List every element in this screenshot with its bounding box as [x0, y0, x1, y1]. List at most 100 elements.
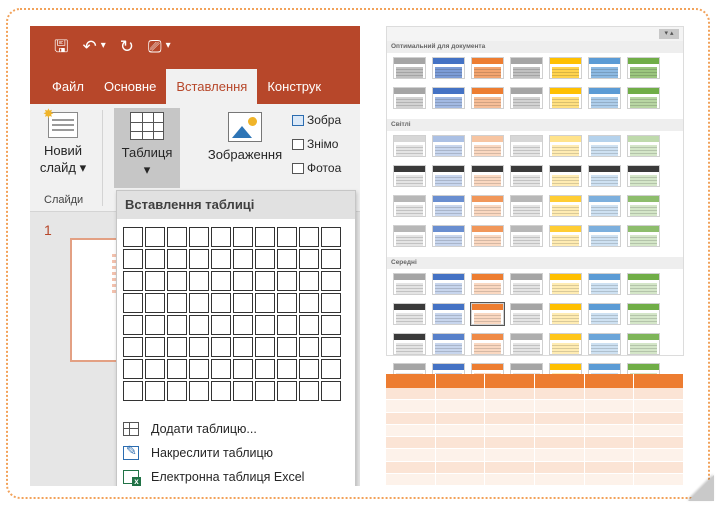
grid-cell[interactable]	[321, 227, 341, 247]
table-style-swatch[interactable]	[510, 225, 543, 247]
table-style-swatch[interactable]	[588, 225, 621, 247]
grid-cell[interactable]	[211, 249, 231, 269]
table-style-swatch[interactable]	[510, 303, 543, 325]
table-style-swatch[interactable]	[471, 333, 504, 355]
table-style-swatch[interactable]	[470, 302, 505, 326]
grid-cell[interactable]	[233, 271, 253, 291]
grid-cell[interactable]	[255, 381, 275, 401]
grid-cell[interactable]	[167, 359, 187, 379]
grid-cell[interactable]	[255, 315, 275, 335]
grid-cell[interactable]	[123, 337, 143, 357]
grid-cell[interactable]	[255, 293, 275, 313]
grid-cell[interactable]	[321, 337, 341, 357]
table-style-swatch[interactable]	[432, 333, 465, 355]
table-style-swatch[interactable]	[432, 195, 465, 217]
grid-cell[interactable]	[277, 249, 297, 269]
grid-cell[interactable]	[189, 227, 209, 247]
undo-icon[interactable]: ↶	[82, 38, 96, 55]
grid-cell[interactable]	[145, 359, 165, 379]
grid-cell[interactable]	[211, 381, 231, 401]
grid-cell[interactable]	[277, 381, 297, 401]
table-style-swatch[interactable]	[393, 333, 426, 355]
grid-cell[interactable]	[299, 315, 319, 335]
grid-cell[interactable]	[167, 337, 187, 357]
grid-cell[interactable]	[233, 293, 253, 313]
customize-toolbar-icon[interactable]: ▾	[166, 41, 171, 51]
insert-table-menu-item[interactable]: Накреслити таблицю	[117, 441, 355, 465]
table-style-swatch[interactable]	[393, 225, 426, 247]
grid-cell[interactable]	[189, 337, 209, 357]
table-style-swatch[interactable]	[510, 135, 543, 157]
table-style-swatch[interactable]	[549, 273, 582, 295]
grid-cell[interactable]	[167, 271, 187, 291]
insert-table-menu-item[interactable]: Додати таблицю...	[117, 417, 355, 441]
grid-cell[interactable]	[145, 227, 165, 247]
table-style-swatch[interactable]	[549, 87, 582, 109]
grid-cell[interactable]	[211, 293, 231, 313]
grid-cell[interactable]	[189, 249, 209, 269]
grid-cell[interactable]	[255, 249, 275, 269]
table-style-swatch[interactable]	[627, 165, 660, 187]
table-style-swatch[interactable]	[588, 195, 621, 217]
screenshot-button[interactable]: Знімо	[292, 132, 341, 156]
grid-cell[interactable]	[299, 293, 319, 313]
grid-cell[interactable]	[123, 293, 143, 313]
table-button[interactable]: Таблиця ▾	[114, 108, 180, 188]
grid-cell[interactable]	[299, 381, 319, 401]
tab-3[interactable]: Конструк	[257, 79, 331, 104]
photo-album-button[interactable]: Фотоа	[292, 156, 341, 180]
table-style-swatch[interactable]	[393, 303, 426, 325]
table-style-swatch[interactable]	[588, 165, 621, 187]
grid-cell[interactable]	[321, 381, 341, 401]
table-style-swatch[interactable]	[588, 333, 621, 355]
table-style-swatch[interactable]	[432, 303, 465, 325]
grid-cell[interactable]	[189, 381, 209, 401]
table-style-swatch[interactable]	[393, 165, 426, 187]
grid-cell[interactable]	[321, 359, 341, 379]
redo-icon[interactable]: ↻	[120, 38, 134, 55]
grid-cell[interactable]	[211, 337, 231, 357]
grid-cell[interactable]	[211, 315, 231, 335]
grid-cell[interactable]	[145, 381, 165, 401]
table-style-swatch[interactable]	[588, 303, 621, 325]
table-style-swatch[interactable]	[549, 57, 582, 79]
grid-cell[interactable]	[189, 359, 209, 379]
table-style-swatch[interactable]	[393, 273, 426, 295]
grid-cell[interactable]	[277, 337, 297, 357]
grid-cell[interactable]	[123, 359, 143, 379]
new-slide-button[interactable]: ✸ Новий слайд ▾	[38, 106, 88, 176]
table-style-swatch[interactable]	[627, 195, 660, 217]
table-style-swatch[interactable]	[627, 303, 660, 325]
grid-cell[interactable]	[255, 227, 275, 247]
table-style-swatch[interactable]	[432, 165, 465, 187]
table-style-swatch[interactable]	[627, 135, 660, 157]
table-style-swatch[interactable]	[432, 57, 465, 79]
tab-1[interactable]: Основне	[94, 79, 166, 104]
table-style-swatch[interactable]	[549, 135, 582, 157]
grid-cell[interactable]	[233, 315, 253, 335]
grid-cell[interactable]	[255, 359, 275, 379]
grid-cell[interactable]	[299, 271, 319, 291]
grid-cell[interactable]	[299, 337, 319, 357]
grid-cell[interactable]	[123, 381, 143, 401]
grid-cell[interactable]	[277, 227, 297, 247]
table-style-swatch[interactable]	[510, 87, 543, 109]
grid-cell[interactable]	[277, 271, 297, 291]
table-style-swatch[interactable]	[471, 225, 504, 247]
table-style-swatch[interactable]	[588, 57, 621, 79]
table-style-swatch[interactable]	[471, 135, 504, 157]
grid-cell[interactable]	[299, 249, 319, 269]
table-style-swatch[interactable]	[549, 195, 582, 217]
grid-cell[interactable]	[321, 315, 341, 335]
grid-cell[interactable]	[233, 381, 253, 401]
grid-cell[interactable]	[123, 315, 143, 335]
table-style-swatch[interactable]	[627, 273, 660, 295]
grid-cell[interactable]	[145, 293, 165, 313]
images-button[interactable]: Зображення	[200, 112, 290, 163]
grid-cell[interactable]	[211, 359, 231, 379]
table-style-swatch[interactable]	[549, 333, 582, 355]
grid-cell[interactable]	[123, 271, 143, 291]
slideshow-icon[interactable]: ⎚	[148, 38, 162, 55]
table-style-swatch[interactable]	[393, 57, 426, 79]
grid-cell[interactable]	[123, 249, 143, 269]
